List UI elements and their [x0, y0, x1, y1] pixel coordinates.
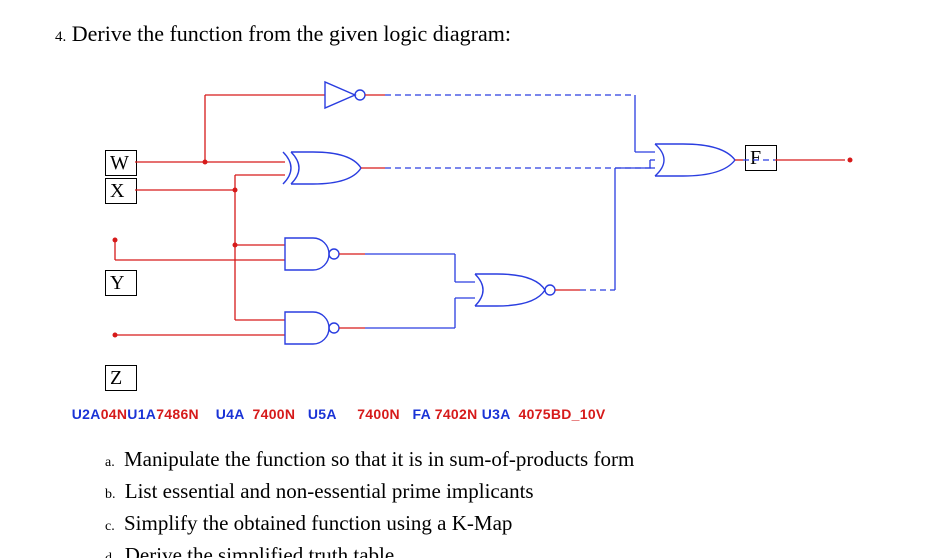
- nand-gate-2-icon: [285, 312, 365, 344]
- sub-b-text: List essential and non-essential prime i…: [125, 479, 534, 503]
- chip-label-row: U2A04NU1A7486N U4A 7400N U5A 7400N FA 74…: [55, 390, 606, 438]
- sub-d-marker: d.: [105, 551, 120, 558]
- chip-u1a-label: U1A: [127, 406, 156, 422]
- nor-gate-icon: [475, 274, 580, 306]
- subquestion-b: b. List essential and non-essential prim…: [105, 477, 925, 509]
- logic-diagram: W X Y Z F: [55, 60, 885, 400]
- question-number: 4.: [55, 29, 66, 45]
- chip-u5a-label: U5A: [308, 406, 336, 422]
- chip-u3a-label: U3A: [482, 406, 510, 422]
- sub-b-marker: b.: [105, 487, 120, 502]
- subquestion-c: c. Simplify the obtained function using …: [105, 509, 925, 541]
- chip-u5a-type: 7400N: [357, 406, 400, 422]
- chip-u2a-type: 04N: [101, 406, 128, 422]
- xor-gate-icon: [283, 152, 385, 184]
- chip-u1a-type: 7486N: [156, 406, 199, 422]
- chip-fa-label: FA: [413, 406, 431, 422]
- question-line: 4. Derive the function from the given lo…: [55, 20, 511, 51]
- subquestion-a: a. Manipulate the function so that it is…: [105, 445, 925, 477]
- sub-c-marker: c.: [105, 519, 119, 534]
- chip-u4a-type: 7400N: [253, 406, 296, 422]
- not-gate-icon: [325, 82, 385, 108]
- sub-a-marker: a.: [105, 455, 119, 470]
- subquestion-d: d. Derive the simplified truth table.: [105, 541, 925, 558]
- chip-u3a-type: 4075BD_10V: [518, 406, 605, 422]
- question-text: Derive the function from the given logic…: [72, 21, 511, 46]
- nand-gate-1-icon: [285, 238, 365, 270]
- chip-u2a-label: U2A: [72, 406, 101, 422]
- diagram-svg: [55, 60, 885, 400]
- sub-c-text: Simplify the obtained function using a K…: [124, 511, 512, 535]
- sub-a-text: Manipulate the function so that it is in…: [124, 447, 634, 471]
- subquestion-list: a. Manipulate the function so that it is…: [105, 445, 925, 558]
- sub-d-text: Derive the simplified truth table.: [125, 543, 400, 558]
- or3-gate-icon: [655, 144, 743, 176]
- chip-fa-type: 7402N: [435, 406, 478, 422]
- chip-u4a-label: U4A: [216, 406, 244, 422]
